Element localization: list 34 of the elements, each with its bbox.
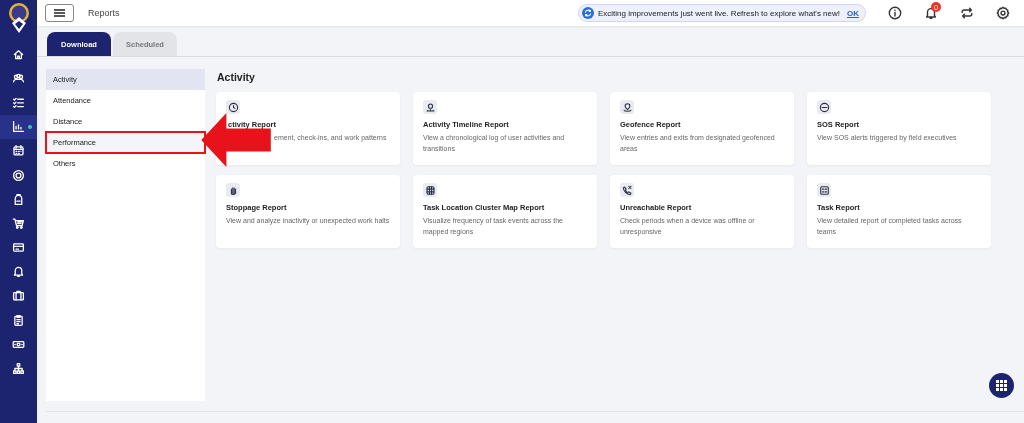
nav-item[interactable] [0,114,37,139]
settings-icon[interactable] [996,6,1010,20]
clock-icon [226,100,240,114]
menu-icon [54,9,65,17]
banner-text: Exciting improvements just went live. Refresh to explore what's new! [597,8,840,18]
briefcase-icon [12,289,25,303]
location-pin-icon [620,100,634,114]
bell-icon[interactable] [924,6,938,20]
backpack-icon [12,192,25,206]
people-icon [12,71,25,85]
active-dot [28,124,32,129]
cart-icon [12,216,25,230]
page-title: Reports [88,8,120,18]
checklist-icon [12,95,25,109]
person-pin-icon [423,100,437,114]
section-title: Activity [217,71,256,83]
info-icon[interactable] [888,6,902,20]
apps-button[interactable] [989,373,1014,398]
grid-map-icon [423,183,437,197]
credit-card-icon [12,241,25,255]
ok-link[interactable]: OK [847,8,859,18]
home-icon [12,47,25,61]
bar-chart-icon [12,120,25,134]
sync-icon[interactable] [960,6,974,20]
hierarchy-icon [12,362,25,376]
target-icon [12,168,25,182]
menu-button[interactable] [45,4,74,22]
task-list-icon [817,183,831,197]
clipboard-icon [12,313,25,327]
refresh-icon [581,7,594,19]
bell-icon [12,265,25,279]
phone-off-icon [620,183,634,197]
calendar-icon [12,144,25,158]
grid-icon [996,380,1007,391]
